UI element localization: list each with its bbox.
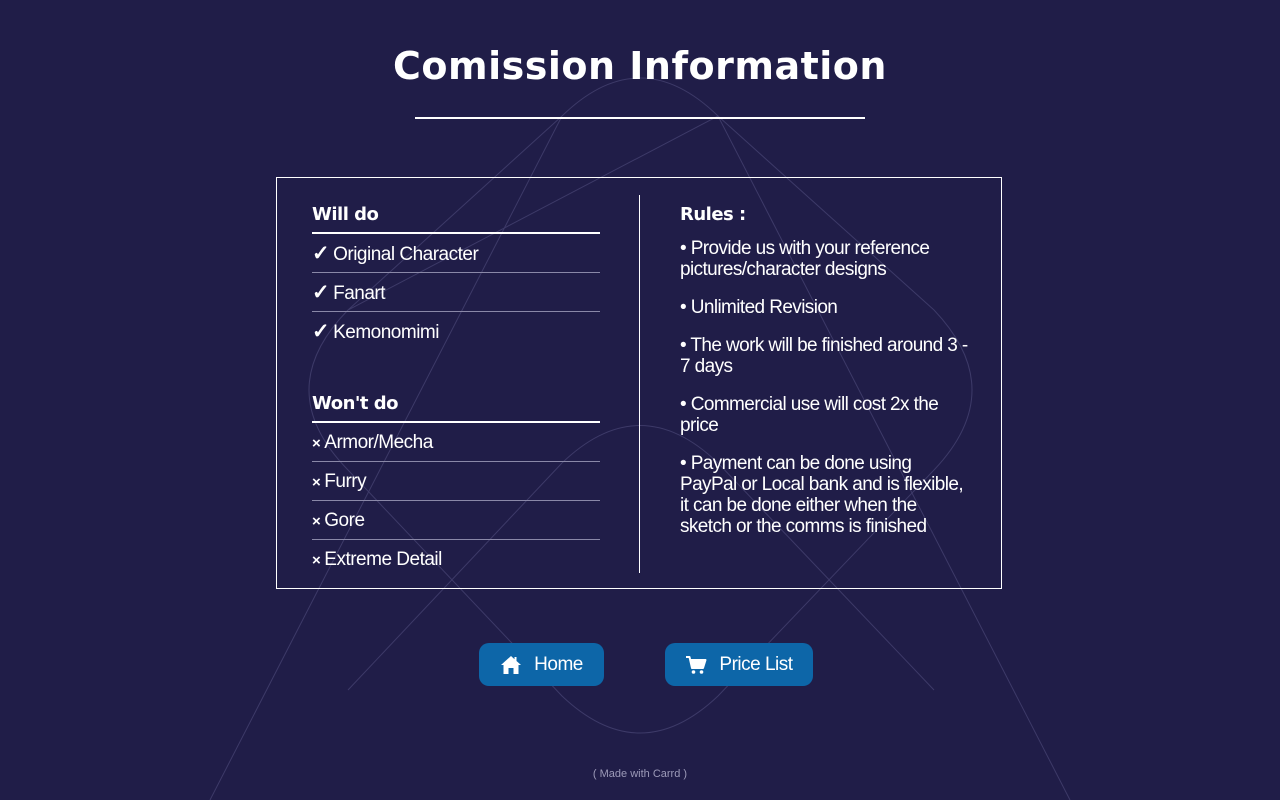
- wont-do-item: × Gore: [312, 501, 600, 540]
- will-do-item: ✓ Fanart: [312, 273, 600, 312]
- wont-do-section: Won't do × Armor/Mecha × Furry × Gore × Extr…: [312, 389, 600, 579]
- rule-item: • Provide us with your reference picture…: [680, 238, 930, 280]
- will-do-item: ✓ Kemonomimi: [312, 312, 600, 351]
- rules-column: Rules : • Provide us with your reference…: [680, 200, 972, 554]
- home-button[interactable]: Home: [479, 643, 604, 686]
- will-do-item-label: Fanart: [333, 283, 386, 304]
- wont-do-item-label: Extreme Detail: [324, 549, 442, 570]
- wont-do-item: × Extreme Detail: [312, 540, 600, 579]
- cross-icon: ×: [312, 435, 321, 452]
- wont-do-item-label: Gore: [324, 510, 365, 531]
- wont-do-item-label: Furry: [324, 471, 367, 492]
- will-do-item: ✓ Original Character: [312, 234, 600, 273]
- wont-do-item: × Furry: [312, 462, 600, 501]
- scope-column: Will do ✓ Original Character ✓ Fanart ✓ Kem…: [312, 200, 600, 579]
- rule-item: • Commercial use will cost 2x the price: [680, 394, 939, 436]
- will-do-item-label: Kemonomimi: [333, 322, 439, 343]
- cross-icon: ×: [312, 474, 321, 491]
- price-list-button[interactable]: Price List: [665, 643, 813, 686]
- rule-item: • Unlimited Revision: [680, 297, 838, 318]
- check-icon: ✓: [312, 242, 330, 265]
- cross-icon: ×: [312, 513, 321, 530]
- home-button-label: Home: [534, 653, 583, 675]
- will-do-item-label: Original Character: [333, 244, 479, 265]
- check-icon: ✓: [312, 281, 330, 304]
- check-icon: ✓: [312, 320, 330, 343]
- wont-do-heading: Won't do: [312, 389, 600, 423]
- wont-do-item-label: Armor/Mecha: [324, 432, 433, 453]
- made-with-carrd-link[interactable]: ( Made with Carrd ): [0, 768, 1280, 780]
- column-divider: [639, 195, 640, 573]
- rules-heading: Rules :: [680, 204, 746, 225]
- home-icon: [500, 654, 522, 676]
- price-list-button-label: Price List: [719, 653, 793, 675]
- rule-item: • The work will be finished around 3 - 7…: [680, 335, 968, 377]
- cart-icon: [685, 654, 707, 676]
- will-do-heading: Will do: [312, 200, 600, 234]
- page: Comission Information Will do ✓ Original …: [0, 0, 1280, 800]
- title-underline: [415, 117, 865, 119]
- cross-icon: ×: [312, 552, 321, 569]
- rule-item: • Payment can be done using PayPal or Lo…: [680, 453, 964, 537]
- page-title: Comission Information: [393, 44, 887, 88]
- will-do-section: Will do ✓ Original Character ✓ Fanart ✓ Kem…: [312, 200, 600, 351]
- wont-do-item: × Armor/Mecha: [312, 423, 600, 462]
